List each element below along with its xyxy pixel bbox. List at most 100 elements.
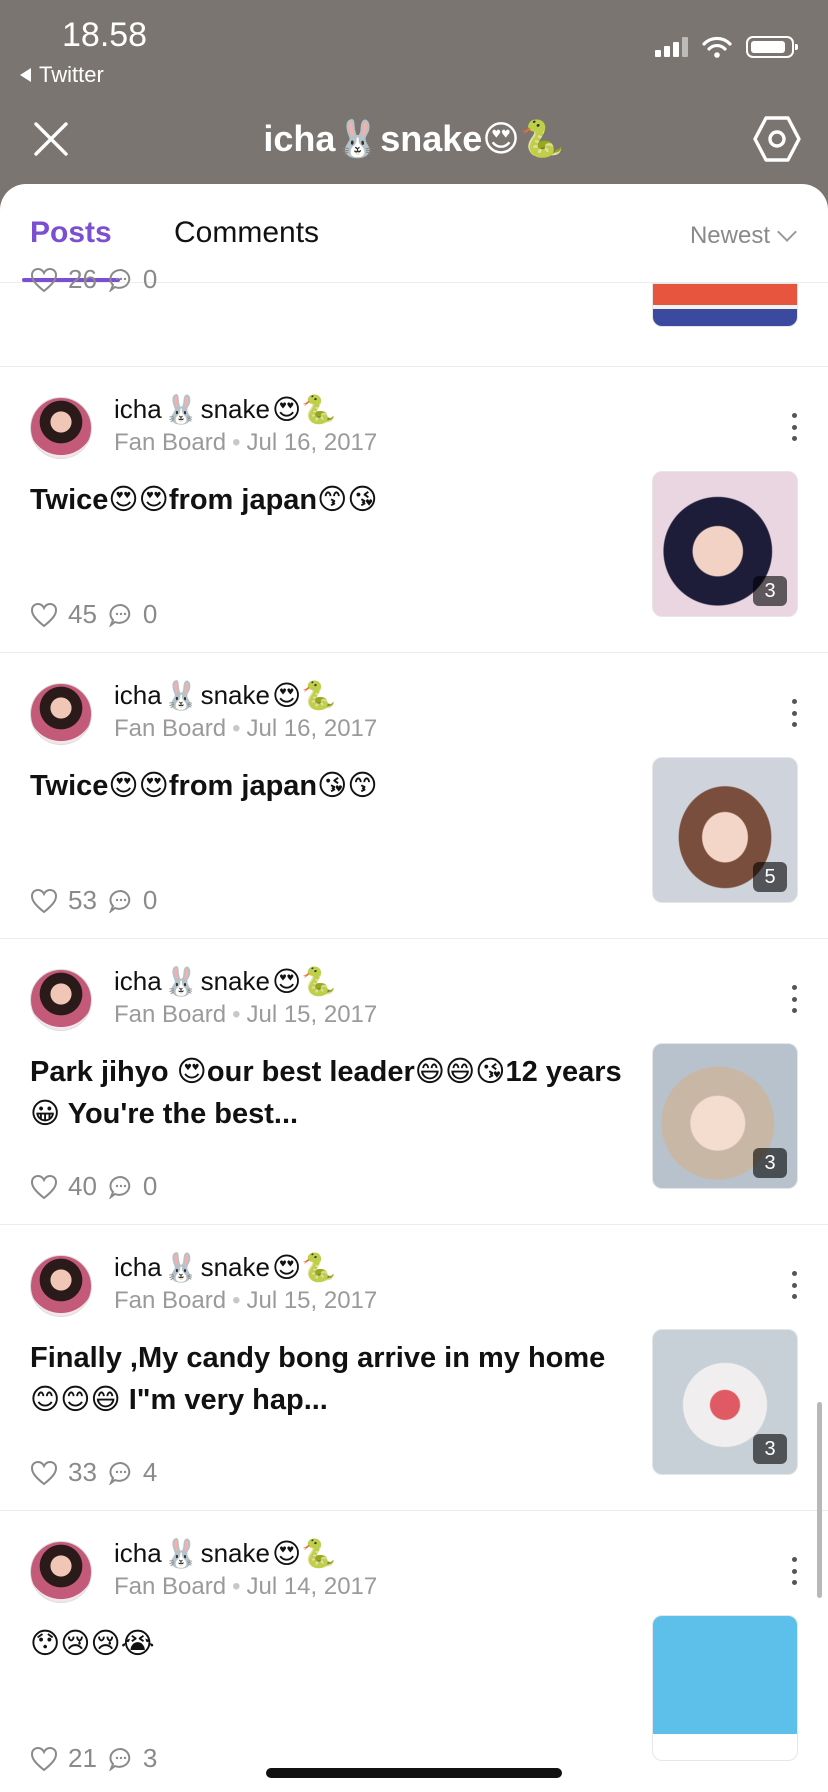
status-bar: 18.58 Twitter [0,0,828,100]
like-button[interactable]: 26 [30,264,97,295]
more-icon[interactable] [792,1557,798,1585]
post-text: Twice😍😍from japan😙😘 [30,484,378,516]
author-name[interactable]: icha 🐰 snake 😍🐍 [114,1537,336,1570]
comment-button[interactable]: 3 [109,1743,157,1774]
heart-icon [30,1174,58,1199]
post-text: Finally ,My candy bong arrive in my home… [30,1342,606,1416]
more-icon[interactable] [792,699,798,727]
signal-icon [655,37,688,57]
like-button[interactable]: 33 [30,1457,97,1488]
post-text: Park jihyo 😍our best leader😄😄😘12 years😀 … [30,1056,622,1130]
author-name[interactable]: icha 🐰 snake 😍🐍 [114,679,336,712]
comment-count: 0 [142,599,158,629]
like-count: 53 [68,885,97,915]
post-subtitle: Fan Board • Jul 16, 2017 [114,715,378,742]
like-count: 40 [68,1171,97,1201]
top-bar: icha🐰snake😍🐍 [0,100,828,184]
image-count-badge: 5 [753,862,787,892]
post-card[interactable]: icha 🐰 snake 😍🐍 Fan Board • Jul 16, 2017 Twic… [0,652,828,939]
post-stats: 26 0 [30,264,157,295]
post-subtitle: Fan Board • Jul 14, 2017 [114,1573,378,1600]
post-text: 😯😢😢😭 [30,1628,155,1660]
post-thumbnail[interactable] [652,283,798,327]
comment-count: 0 [142,1171,158,1201]
sort-dropdown[interactable]: Newest [689,222,797,250]
comment-button[interactable]: 0 [109,264,157,295]
avatar[interactable] [30,397,92,459]
back-to-app-link[interactable]: Twitter [20,62,104,88]
like-button[interactable]: 53 [30,885,97,916]
comment-icon [109,1747,131,1771]
scrollbar[interactable] [817,1402,822,1598]
post-subtitle: Fan Board • Jul 15, 2017 [114,1287,378,1314]
comment-button[interactable]: 4 [109,1457,157,1488]
image-count-badge: 3 [753,1434,787,1464]
more-icon[interactable] [792,413,798,441]
tab-comments[interactable]: Comments [174,216,319,250]
comment-icon [109,889,131,913]
more-icon[interactable] [792,985,798,1013]
post-stats: 45 0 [30,599,157,630]
like-count: 33 [68,1457,97,1487]
post-card[interactable]: icha 🐰 snake 😍🐍 Fan Board • Jul 16, 2017 Twic… [0,366,828,653]
content-sheet: Posts Comments Newest 26 0 icha 🐰 snake 😍🐍 … [0,184,828,1792]
like-button[interactable]: 21 [30,1743,97,1774]
heart-icon [30,267,58,292]
avatar[interactable] [30,969,92,1031]
post-card[interactable]: icha 🐰 snake 😍🐍 Fan Board • Jul 15, 2017 Fina… [0,1224,828,1511]
comment-icon [109,1175,131,1199]
comment-button[interactable]: 0 [109,599,157,630]
sort-label: Newest [689,222,770,249]
comment-count: 3 [142,1743,158,1773]
author-name[interactable]: icha 🐰 snake 😍🐍 [114,393,336,426]
comment-icon [109,603,131,627]
comment-icon [109,1461,131,1485]
chevron-down-icon [777,222,797,242]
post-thumbnail[interactable]: 3 [652,1329,798,1475]
comment-button[interactable]: 0 [109,885,157,916]
tab-posts[interactable]: Posts [30,216,112,250]
post-stats: 21 3 [30,1743,157,1774]
more-icon[interactable] [792,1271,798,1299]
wifi-icon [702,36,732,58]
post-thumbnail[interactable]: 5 [652,757,798,903]
post-stats: 53 0 [30,885,157,916]
battery-icon [746,36,798,58]
heart-icon [30,1746,58,1771]
like-count: 26 [68,264,97,294]
image-count-badge: 3 [753,1148,787,1178]
comment-count: 4 [142,1457,158,1487]
comment-button[interactable]: 0 [109,1171,157,1202]
like-button[interactable]: 45 [30,599,97,630]
author-name[interactable]: icha 🐰 snake 😍🐍 [114,1251,336,1284]
heart-icon [30,888,58,913]
post-card[interactable]: icha 🐰 snake 😍🐍 Fan Board • Jul 14, 2017 😯😢😢😭… [0,1510,828,1792]
post-card[interactable]: icha 🐰 snake 😍🐍 Fan Board • Jul 15, 2017 Park… [0,938,828,1225]
post-thumbnail[interactable] [652,1615,798,1761]
heart-icon [30,1460,58,1485]
system-icons [655,36,798,58]
avatar[interactable] [30,1541,92,1603]
image-count-badge: 3 [753,576,787,606]
home-indicator[interactable] [266,1768,562,1778]
like-button[interactable]: 40 [30,1171,97,1202]
post-subtitle: Fan Board • Jul 15, 2017 [114,1001,378,1028]
like-count: 21 [68,1743,97,1773]
avatar[interactable] [30,1255,92,1317]
post-stats: 40 0 [30,1171,157,1202]
post-thumbnail[interactable]: 3 [652,1043,798,1189]
heart-icon [30,602,58,627]
post-stats: 33 4 [30,1457,157,1488]
post-subtitle: Fan Board • Jul 16, 2017 [114,429,378,456]
post-text: Twice😍😍from japan😘😙 [30,770,378,802]
post-thumbnail[interactable]: 3 [652,471,798,617]
avatar[interactable] [30,683,92,745]
page-title: icha🐰snake😍🐍 [263,118,565,159]
back-triangle-icon [20,68,31,82]
settings-icon[interactable] [752,114,802,164]
author-name[interactable]: icha 🐰 snake 😍🐍 [114,965,336,998]
clock: 18.58 [62,16,148,54]
comment-icon [109,268,131,292]
back-app-label: Twitter [39,62,104,87]
comment-count: 0 [142,885,158,915]
